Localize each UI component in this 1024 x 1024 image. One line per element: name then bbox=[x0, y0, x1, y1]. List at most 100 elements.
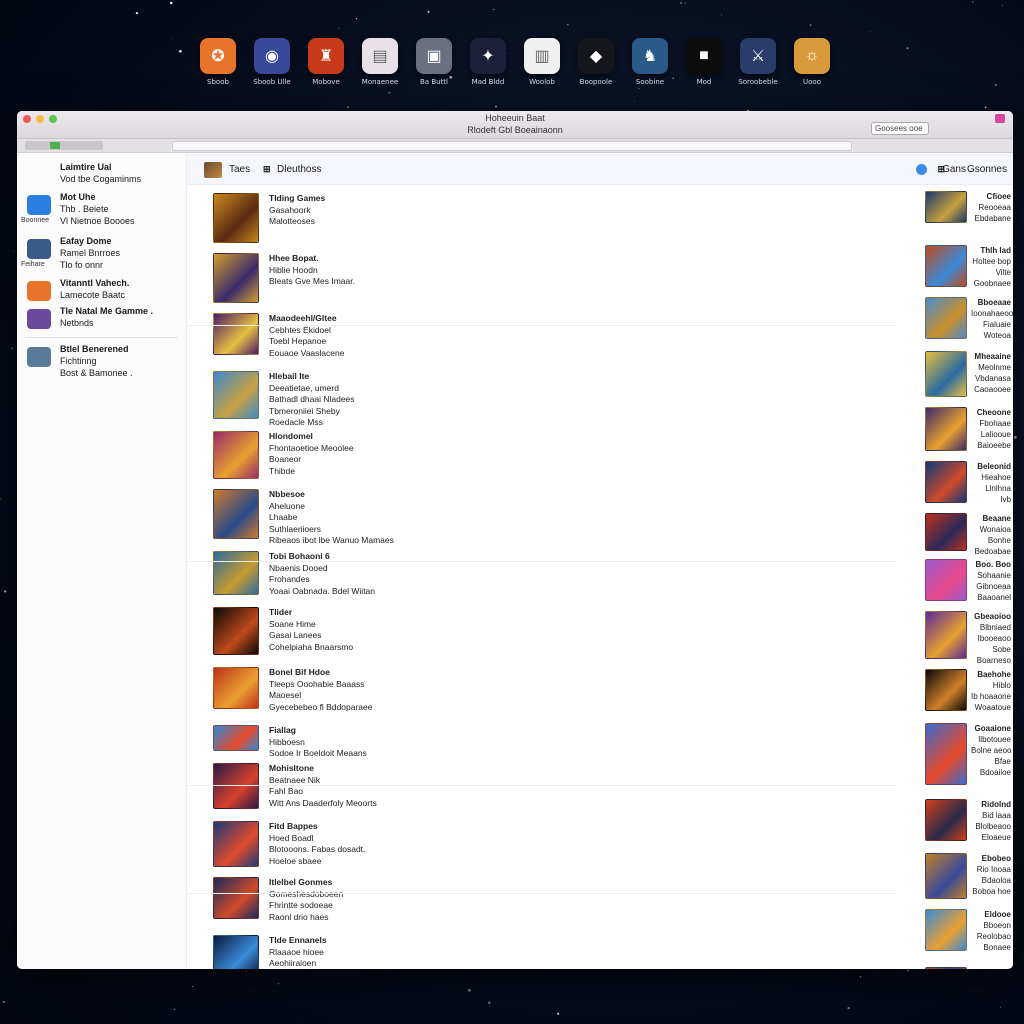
game-cover-thumbnail[interactable] bbox=[925, 853, 967, 899]
right-game-item[interactable]: Boblaoe bbox=[921, 967, 1013, 969]
game-cover-thumbnail[interactable] bbox=[213, 253, 259, 303]
game-detail: Woaatoue bbox=[974, 703, 1011, 712]
game-list-item[interactable]: Fiallag Hibboesn Sodoe Ir Boeldoit Meaans bbox=[213, 725, 733, 758]
game-cover-thumbnail[interactable] bbox=[925, 611, 967, 659]
game-cover-thumbnail[interactable] bbox=[213, 313, 259, 355]
address-bar[interactable] bbox=[172, 141, 852, 151]
game-list-item[interactable]: Mohisltone Beatnaee Nik Fahl Bao Witt Ans D… bbox=[213, 763, 733, 809]
game-cover-thumbnail[interactable] bbox=[925, 967, 967, 969]
right-game-item[interactable]: Thlh Iad Holtee bop Vilte Goobnaee bbox=[921, 245, 1013, 288]
game-detail: Caoaooee bbox=[974, 385, 1011, 394]
game-cover-thumbnail[interactable] bbox=[925, 461, 967, 503]
dock-item[interactable]: ⚔ Soroobeble bbox=[736, 38, 780, 86]
tab-tags[interactable]: Taes bbox=[229, 164, 250, 175]
dock-item[interactable]: ▤ Monaenee bbox=[358, 38, 402, 86]
dock-item[interactable]: ☼ Uooo bbox=[790, 38, 834, 86]
game-list-item[interactable]: Hlebail Ite Deeatietae, umerd Bathadl dhaa… bbox=[213, 371, 733, 427]
search-field[interactable]: Goosees ooe bbox=[871, 122, 929, 135]
game-cover-thumbnail[interactable] bbox=[925, 245, 967, 287]
game-cover-thumbnail[interactable] bbox=[213, 763, 259, 809]
dock-item[interactable]: ■ Mod bbox=[682, 38, 726, 86]
right-game-item[interactable]: Beaane Wonaioa Bonhe Bedoabae bbox=[921, 513, 1013, 556]
game-cover-thumbnail[interactable] bbox=[925, 351, 967, 397]
game-cover-thumbnail[interactable] bbox=[925, 669, 967, 711]
right-game-item[interactable]: Baehohe Hiblo Ib hoaaone Woaatoue bbox=[921, 669, 1013, 712]
game-list-item[interactable]: Hlondomel Fhontaoetioe Meoolee Boaneor Thib… bbox=[213, 431, 733, 479]
game-detail: Frohandes bbox=[269, 574, 310, 584]
game-cover-thumbnail[interactable] bbox=[925, 799, 967, 841]
game-info: Fiallag Hibboesn Sodoe Ir Boeldoit Meaans bbox=[269, 725, 367, 760]
game-detail: Meolnme bbox=[978, 363, 1011, 372]
game-cover-thumbnail[interactable] bbox=[213, 607, 259, 655]
right-game-item[interactable]: Cheoone Fbohaae Laliooue Baioeebe bbox=[921, 407, 1013, 451]
game-cover-thumbnail[interactable] bbox=[213, 667, 259, 709]
game-controller-icon: ◉ bbox=[254, 38, 290, 74]
nav-controls[interactable] bbox=[25, 141, 103, 150]
right-game-item[interactable]: Goaaione Ilbotouee Bolne aeoo Bfae Bdoaiioe bbox=[921, 723, 1013, 785]
tab-directions[interactable]: Dleuthoss bbox=[277, 164, 321, 175]
right-game-item[interactable]: Eldooe Bboeon Reolobao Bonaee bbox=[921, 909, 1013, 952]
game-list-item[interactable]: Tlider Soane Hime Gasai Lanees Cohelpiaha B… bbox=[213, 607, 733, 655]
game-cover-thumbnail[interactable] bbox=[213, 935, 259, 969]
game-cover-thumbnail[interactable] bbox=[925, 513, 967, 551]
game-list-item[interactable]: Tlde EnnanelsRlaaaoe hioeeAeohiiraioenRk… bbox=[213, 935, 733, 969]
game-list-item[interactable]: Maaodeehl/Gltee Cebhtes Ekidoel Toebl Hepa… bbox=[213, 313, 733, 358]
game-list-item[interactable]: Fitd Bappes Hoed Boadl Blotooons. Fabas do… bbox=[213, 821, 733, 867]
game-list-item[interactable]: Bonel Bif Hdoe Tleeps Ooohabie Baaass Maoe… bbox=[213, 667, 733, 712]
game-cover-thumbnail[interactable] bbox=[213, 489, 259, 539]
purple-orb-icon: ✦ bbox=[470, 38, 506, 74]
game-detail: Ribeaos ibot lbe Wanuo Mamaes bbox=[269, 535, 394, 545]
game-cover-thumbnail[interactable] bbox=[213, 193, 259, 243]
game-cover-thumbnail[interactable] bbox=[213, 371, 259, 419]
globe-icon[interactable] bbox=[916, 164, 927, 175]
game-cover-thumbnail[interactable] bbox=[925, 407, 967, 451]
right-game-item[interactable]: Ridolnd Bid laaa Blolbeaoo Eloaeue bbox=[921, 799, 1013, 842]
right-game-item[interactable]: Bboeaae Ioonahaeoo Fialuaie Woteoa bbox=[921, 297, 1013, 340]
game-title: Beaane bbox=[982, 514, 1011, 523]
right-game-item[interactable]: Mheaaine Meolnme Vbdanasa Caoaooee bbox=[921, 351, 1013, 397]
game-list-item[interactable]: Tlding Games Gasahoork Malotteoses bbox=[213, 193, 733, 243]
game-cover-thumbnail[interactable] bbox=[925, 297, 967, 339]
game-cover-thumbnail[interactable] bbox=[925, 909, 967, 951]
game-detail: Rio Inoaa bbox=[976, 865, 1011, 874]
game-list-item[interactable]: Nbbesoe Aheluone Lhaabe Suthlaeriioers Ribea… bbox=[213, 489, 733, 545]
right-game-item[interactable]: Beleonid Hieahoe Llnlhna Ivb bbox=[921, 461, 1013, 504]
right-game-item[interactable]: Cfioee Reooeaa Ebdabane bbox=[921, 191, 1013, 223]
dock-item[interactable]: ✪ Sboob bbox=[196, 38, 240, 86]
game-cover-thumbnail[interactable] bbox=[213, 725, 259, 751]
right-game-item[interactable]: Gbeaoioo Blbniaed Ibooeaoo Sobe Boarneso bbox=[921, 611, 1013, 665]
game-cover-thumbnail[interactable] bbox=[213, 431, 259, 479]
right-game-item[interactable]: Ebobeo Rio Inoaa Bdaoloa Boboa hoe bbox=[921, 853, 1013, 899]
sidebar-item-text: Tle Natal Me Gamme . bbox=[60, 306, 154, 316]
dock-item[interactable]: ▣ Ba Buttl bbox=[412, 38, 456, 86]
dock-item[interactable]: ▥ Woolob bbox=[520, 38, 564, 86]
game-cover-thumbnail[interactable] bbox=[213, 877, 259, 919]
dock-item[interactable]: ✦ Mad Bldd bbox=[466, 38, 510, 86]
game-detail: Sodoe Ir Boeldoit Meaans bbox=[269, 748, 367, 758]
game-list-item[interactable]: Tobi Bohaoni 6 Nbaenis Dooed Frohandes Yoaa… bbox=[213, 551, 733, 596]
game-info: Hlebail Ite Deeatietae, umerd Bathadl dhaa… bbox=[269, 371, 355, 429]
right-game-item[interactable]: Boo. Boo Sohaanie Gibnoeaa Baaoanel bbox=[921, 559, 1013, 602]
sidebar-icon-caption: Boonnee bbox=[21, 217, 50, 224]
main-content: Taes ⊞ Dleuthoss ⊞ Gans Gsonnes Tlding G… bbox=[187, 153, 1013, 969]
game-detail: Tleeps Ooohabie Baaass bbox=[269, 678, 365, 689]
dock-item[interactable]: ◆ Boopoole bbox=[574, 38, 618, 86]
game-detail: Boarneso bbox=[976, 656, 1011, 665]
tab-gans[interactable]: Gans bbox=[942, 164, 966, 175]
game-cover-thumbnail[interactable] bbox=[213, 821, 259, 867]
game-detail: Laliooue bbox=[980, 430, 1011, 439]
game-cover-thumbnail[interactable] bbox=[925, 559, 967, 601]
dock-item[interactable]: ◉ Sboob Ulle bbox=[250, 38, 294, 86]
game-cover-thumbnail[interactable] bbox=[925, 191, 967, 223]
game-list-item[interactable]: Hhee Bopat. Hiblie Hoodn Bleats Gve Mes Im… bbox=[213, 253, 733, 303]
dock-item[interactable]: ♞ Soobine bbox=[628, 38, 672, 86]
game-cover-thumbnail[interactable] bbox=[213, 551, 259, 595]
game-detail: Soane Hime bbox=[269, 618, 316, 629]
game-cover-thumbnail[interactable] bbox=[925, 723, 967, 785]
game-list-item[interactable]: Itlelbel Gonmes GomeshesdoboeenFhrintte s… bbox=[213, 877, 733, 922]
dock-item[interactable]: ♜ Mobove bbox=[304, 38, 348, 86]
pink-menu-icon[interactable] bbox=[995, 114, 1005, 123]
game-detail: Gibnoeaa bbox=[976, 582, 1011, 591]
title-bar: Hoheeuin Baat Rlodeft Gbl Boeainaonn Goo… bbox=[17, 111, 1013, 139]
tab-gsonnes[interactable]: Gsonnes bbox=[967, 164, 1007, 175]
